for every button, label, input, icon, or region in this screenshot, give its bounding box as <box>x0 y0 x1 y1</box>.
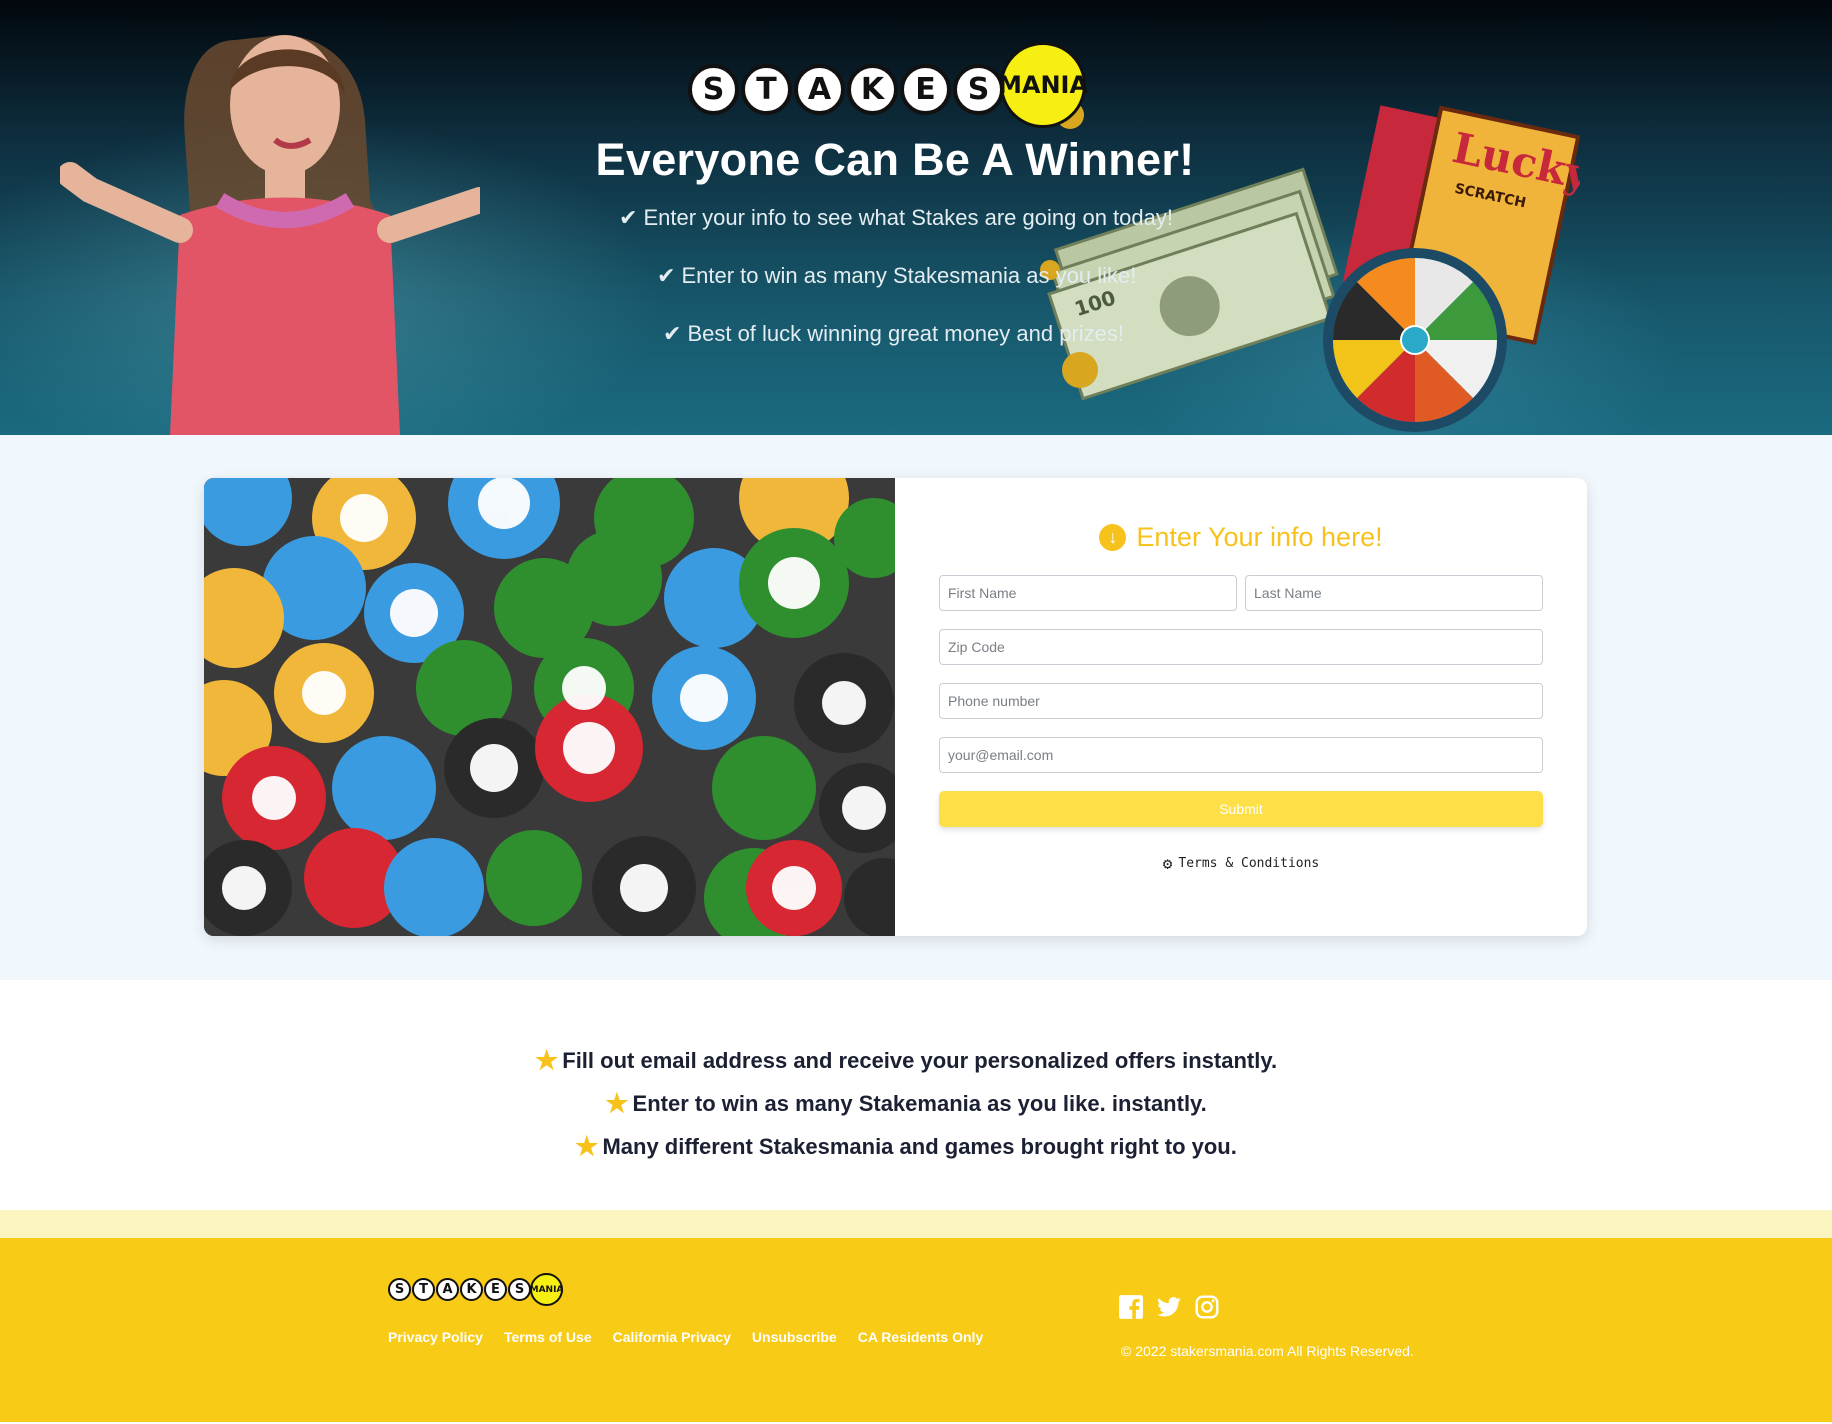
feature-item: ★ Fill out email address and receive you… <box>0 1045 1812 1076</box>
logo-letter: K <box>460 1278 483 1301</box>
signup-section: ↓ Enter Your info here! Submit ⚙ Terms &… <box>0 435 1832 980</box>
email-field[interactable] <box>939 737 1543 773</box>
hero-bullet-text: Enter your info to see what Stakes are g… <box>643 205 1173 230</box>
footer: S T A K E S MANIA Privacy Policy Terms o… <box>0 1238 1832 1422</box>
footer-logo[interactable]: S T A K E S MANIA <box>388 1273 563 1306</box>
logo-letter: A <box>794 63 845 115</box>
logo-letter: S <box>688 63 739 115</box>
form-heading: ↓ Enter Your info here! <box>895 522 1587 553</box>
hero-bullet-text: Enter to win as many Stakesmania as you … <box>681 263 1137 288</box>
stakesmania-logo: S T A K E S MANIA <box>688 42 1088 128</box>
gear-icon: ⚙ <box>1162 854 1173 873</box>
last-name-field[interactable] <box>1245 575 1543 611</box>
woman-illustration <box>60 35 480 435</box>
hero-title: Everyone Can Be A Winner! <box>595 134 1195 185</box>
signup-card: ↓ Enter Your info here! Submit ⚙ Terms &… <box>204 478 1587 936</box>
logo-mania: MANIA <box>530 1273 563 1306</box>
feature-text: Enter to win as many Stakemania as you l… <box>632 1090 1207 1116</box>
unsubscribe-link[interactable]: Unsubscribe <box>752 1329 837 1345</box>
star-icon: ★ <box>575 1131 599 1161</box>
hero-banner: Lucky SCRATCH 100 S T A K E S MANIA Ever… <box>0 0 1832 435</box>
terms-of-use-link[interactable]: Terms of Use <box>504 1329 592 1345</box>
submit-button[interactable]: Submit <box>939 791 1543 827</box>
prize-wheel <box>1323 248 1507 432</box>
star-icon: ★ <box>605 1088 629 1118</box>
copyright-text: © 2022 stakersmania.com All Rights Reser… <box>1121 1343 1414 1359</box>
feature-item: ★ Enter to win as many Stakemania as you… <box>0 1088 1812 1119</box>
privacy-policy-link[interactable]: Privacy Policy <box>388 1329 483 1345</box>
lottery-balls-image <box>204 478 895 936</box>
footer-divider-band <box>0 1210 1832 1238</box>
hero-bullet-text: Best of luck winning great money and pri… <box>687 321 1124 346</box>
logo-letter: S <box>388 1278 411 1301</box>
form-heading-text: Enter Your info here! <box>1136 522 1383 552</box>
logo-letter: T <box>741 63 792 115</box>
logo-letter: E <box>484 1278 507 1301</box>
feature-text: Many different Stakesmania and games bro… <box>602 1133 1237 1159</box>
footer-links: Privacy Policy Terms of Use California P… <box>388 1329 1004 1345</box>
checkmark-icon: ✔ <box>619 205 638 230</box>
star-icon: ★ <box>534 1045 559 1075</box>
twitter-icon[interactable] <box>1156 1294 1182 1320</box>
logo-letter: S <box>508 1278 531 1301</box>
logo-letter: E <box>900 63 951 115</box>
ca-residents-link[interactable]: CA Residents Only <box>858 1329 984 1345</box>
hero-bullet: ✔ Enter your info to see what Stakes are… <box>619 205 1173 231</box>
zip-code-field[interactable] <box>939 629 1543 665</box>
facebook-icon[interactable] <box>1118 1294 1144 1320</box>
california-privacy-link[interactable]: California Privacy <box>613 1329 731 1345</box>
features-section: ★ Fill out email address and receive you… <box>0 980 1832 1210</box>
arrow-down-circle-icon: ↓ <box>1099 524 1127 551</box>
hero-bullet: ✔ Best of luck winning great money and p… <box>663 321 1124 347</box>
feature-text: Fill out email address and receive your … <box>562 1047 1278 1073</box>
checkmark-icon: ✔ <box>657 263 676 288</box>
logo-letter: T <box>412 1278 435 1301</box>
social-links <box>1118 1294 1232 1320</box>
instagram-icon[interactable] <box>1194 1294 1220 1320</box>
logo-letter: S <box>953 63 1004 115</box>
phone-field[interactable] <box>939 683 1543 719</box>
hero-bullet: ✔ Enter to win as many Stakesmania as yo… <box>657 263 1136 289</box>
checkmark-icon: ✔ <box>663 321 682 346</box>
terms-label: Terms & Conditions <box>1178 856 1320 871</box>
feature-item: ★ Many different Stakesmania and games b… <box>0 1131 1812 1162</box>
logo-letter: K <box>847 63 898 115</box>
terms-link[interactable]: ⚙ Terms & Conditions <box>895 854 1587 873</box>
logo-letter: A <box>436 1278 459 1301</box>
logo-mania: MANIA <box>998 42 1088 128</box>
first-name-field[interactable] <box>939 575 1237 611</box>
signup-form: ↓ Enter Your info here! Submit ⚙ Terms &… <box>895 478 1587 936</box>
